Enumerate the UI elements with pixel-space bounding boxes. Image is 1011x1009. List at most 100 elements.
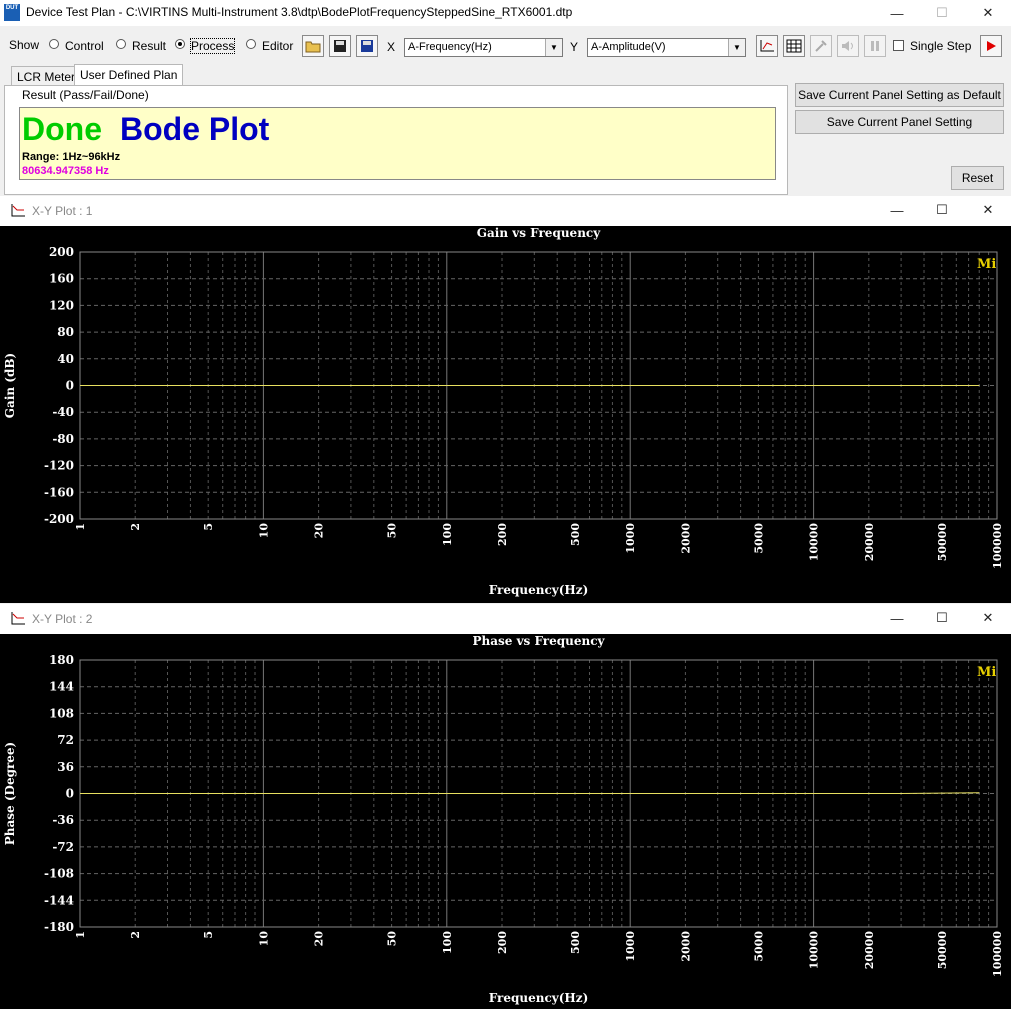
single-step-label: Single Step: [910, 39, 972, 53]
table-button[interactable]: [783, 35, 805, 57]
radio-editor[interactable]: [246, 39, 256, 49]
gain-chart[interactable]: 200 160 120 80 40 0 -40 -80 -120 -160 -2001 2 5 10 20 5…: [0, 226, 1011, 603]
x-tick-label: 5000: [752, 523, 765, 554]
speaker-button[interactable]: [837, 35, 859, 57]
x-tick-label: 20000: [863, 523, 876, 562]
y-tick-label: -80: [52, 432, 74, 446]
y-tick-label: -160: [44, 485, 74, 499]
x-tick-label: 1: [74, 931, 87, 939]
radio-process[interactable]: [175, 39, 185, 49]
x-tick-label: 50000: [936, 523, 949, 562]
y-label: Y: [570, 40, 579, 54]
y-tick-label: 180: [49, 653, 74, 667]
y-tick-label: 40: [57, 352, 74, 366]
show-label: Show: [9, 38, 40, 52]
x-tick-label: 10000: [808, 931, 821, 970]
y-axis-select[interactable]: A-Amplitude(V) ▼: [587, 38, 746, 57]
reset-button[interactable]: Reset: [951, 166, 1004, 190]
x-tick-label: 200: [496, 931, 509, 954]
phase-chart[interactable]: 180 144 108 72 36 0 -36 -72 -108 -144 -1801 2 5 10 20 5…: [0, 634, 1011, 1009]
x-axis-label: Frequency(Hz): [489, 991, 589, 1005]
y-axis-value: A-Amplitude(V): [591, 41, 666, 53]
floppy-icon: [334, 40, 346, 52]
save-setting-button[interactable]: Save Current Panel Setting: [795, 110, 1004, 134]
mi-logo: Mi: [977, 257, 996, 272]
y-tick-label: 80: [57, 325, 74, 339]
play-icon: [987, 41, 996, 51]
result-heading: Result (Pass/Fail/Done): [22, 88, 149, 102]
run-button[interactable]: [980, 35, 1002, 57]
y-tick-label: -36: [52, 813, 74, 827]
save-as-button[interactable]: [356, 35, 378, 57]
x-tick-label: 2: [129, 523, 142, 531]
x-axis-label: Frequency(Hz): [489, 583, 589, 597]
save-default-button[interactable]: Save Current Panel Setting as Default: [795, 83, 1004, 107]
y-tick-label: 200: [49, 245, 74, 259]
xy-plot-icon: [11, 612, 25, 625]
x-tick-label: 500: [569, 931, 582, 954]
close-button[interactable]: ✕: [966, 0, 1010, 26]
plot1-close-button[interactable]: ✕: [966, 196, 1010, 224]
y-tick-label: 160: [49, 272, 74, 286]
y-tick-label: -144: [44, 893, 74, 907]
y-tick-label: 0: [66, 787, 74, 801]
result-plot-name: Bode Plot: [120, 111, 270, 147]
chevron-down-icon: ▼: [728, 39, 745, 56]
xy-plot-button[interactable]: [756, 35, 778, 57]
speaker-icon: [842, 41, 853, 51]
y-tick-label: 72: [57, 733, 74, 747]
x-tick-label: 50000: [936, 931, 949, 970]
x-tick-label: 10: [257, 523, 270, 539]
y-tick-label: 144: [49, 680, 74, 694]
y-tick-label: -120: [44, 459, 74, 473]
x-tick-label: 20: [313, 523, 326, 539]
chart-title: Gain vs Frequency: [477, 226, 601, 240]
chevron-down-icon: ▼: [545, 39, 562, 56]
x-tick-label: 5: [202, 523, 215, 531]
pause-button[interactable]: [864, 35, 886, 57]
plot1-window-title: X-Y Plot : 1: [32, 204, 93, 218]
x-tick-label: 50: [386, 931, 399, 947]
folder-icon: [305, 41, 321, 53]
plot1-area: 200 160 120 80 40 0 -40 -80 -120 -160 -200 1 2 5 10 20 5…: [0, 226, 1011, 603]
x-tick-label: 500: [569, 523, 582, 546]
y-tick-label: 120: [49, 298, 74, 312]
probe-button[interactable]: [810, 35, 832, 57]
maximize-button[interactable]: ☐: [920, 0, 964, 26]
plot2-area: 180 144 108 72 36 0 -36 -72 -108 -144 -180 1 2 5 10 20 5…: [0, 634, 1011, 1009]
x-tick-label: 100: [441, 523, 454, 546]
y-axis-label: Gain (dB): [3, 353, 17, 418]
x-axis-value: A-Frequency(Hz): [408, 41, 492, 53]
save-button[interactable]: [329, 35, 351, 57]
xy-plot-icon: [11, 204, 25, 217]
radio-control[interactable]: [49, 39, 59, 49]
tab-lcr-meter[interactable]: LCR Meter: [11, 66, 82, 86]
pause-icon: [871, 41, 879, 51]
x-tick-label: 1000: [624, 931, 637, 962]
y-tick-label: -40: [52, 405, 74, 419]
y-tick-label: 0: [66, 379, 74, 393]
single-step-checkbox[interactable]: [893, 40, 904, 51]
x-tick-label: 10: [257, 931, 270, 947]
radio-result[interactable]: [116, 39, 126, 49]
x-tick-label: 2000: [679, 523, 692, 554]
x-tick-label: 200: [496, 523, 509, 546]
y-axis-label: Phase (Degree): [3, 742, 17, 845]
minimize-button[interactable]: —: [875, 0, 919, 26]
plot2-maximize-button[interactable]: ☐: [920, 604, 964, 632]
x-axis-select[interactable]: A-Frequency(Hz) ▼: [404, 38, 563, 57]
plot1-minimize-button[interactable]: —: [875, 196, 919, 224]
app-icon: DUT: [4, 4, 20, 21]
y-tick-label: -180: [44, 920, 74, 934]
result-range: Range: 1Hz~96kHz: [22, 151, 121, 163]
x-tick-label: 20000: [863, 931, 876, 970]
plot1-maximize-button[interactable]: ☐: [920, 196, 964, 224]
mi-logo: Mi: [977, 665, 996, 680]
x-tick-label: 100000: [991, 931, 1004, 977]
plot2-close-button[interactable]: ✕: [966, 604, 1010, 632]
open-button[interactable]: [302, 35, 324, 57]
tab-user-defined-plan[interactable]: User Defined Plan: [74, 64, 184, 86]
plot2-minimize-button[interactable]: —: [875, 604, 919, 632]
x-tick-label: 100: [441, 931, 454, 954]
x-tick-label: 20: [313, 931, 326, 947]
